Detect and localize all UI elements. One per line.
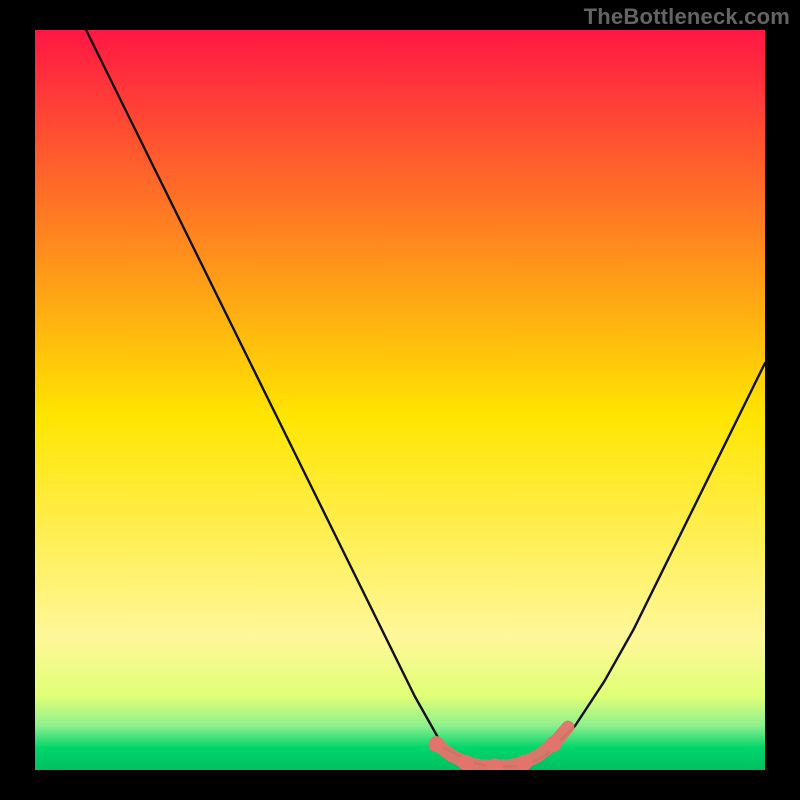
highlight-dot [545, 736, 561, 752]
highlight-dot [429, 736, 445, 752]
plot-area [35, 30, 765, 770]
highlight-dot [516, 755, 532, 770]
chart-frame: TheBottleneck.com [0, 0, 800, 800]
gradient-background [35, 30, 765, 770]
watermark-text: TheBottleneck.com [584, 4, 790, 30]
highlight-dot [458, 755, 474, 770]
v-curve-chart [35, 30, 765, 770]
